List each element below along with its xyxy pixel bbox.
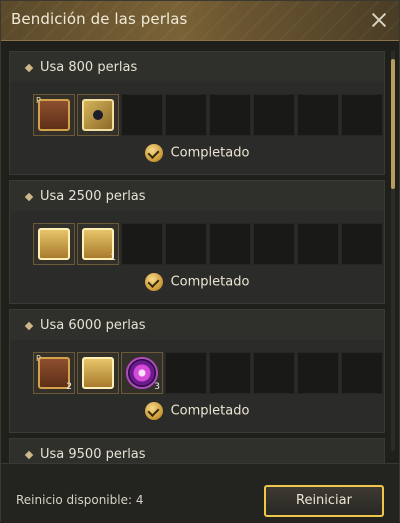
check-icon [144, 273, 163, 291]
completed-label: Completado [170, 274, 250, 290]
reset-button[interactable]: Reiniciar [264, 485, 384, 517]
empty-slot [253, 94, 295, 136]
window-title: Bendición de las perlas [11, 10, 188, 28]
scrollbar-thumb[interactable] [391, 59, 395, 189]
reward-slots: P [33, 94, 385, 136]
completed-status: Completado [10, 273, 384, 295]
empty-slot [341, 223, 383, 265]
reward-slot[interactable] [77, 94, 119, 136]
section-title: Usa 2500 perlas [40, 189, 146, 204]
item-count: 3 [154, 382, 160, 392]
close-icon[interactable] [369, 10, 389, 30]
bullet-diamond-icon [24, 321, 34, 331]
section-header: Usa 9500 perlas [10, 439, 384, 463]
bullet-diamond-icon [24, 63, 34, 73]
reward-section: Usa 2500 perlas 1 Completado [9, 180, 385, 304]
bullet-diamond-icon [24, 450, 34, 460]
reward-slot[interactable]: P2 [33, 352, 75, 394]
completed-status: Completado [10, 144, 384, 166]
section-header: Usa 6000 perlas [10, 310, 384, 340]
reward-slot[interactable]: 1 [77, 223, 119, 265]
title-bar: Bendición de las perlas [1, 1, 399, 41]
reward-slot[interactable] [77, 352, 119, 394]
empty-slot [297, 352, 339, 394]
empty-slot [121, 223, 163, 265]
section-header: Usa 800 perlas [10, 52, 384, 82]
item-count: 2 [66, 382, 72, 392]
completed-label: Completado [170, 145, 250, 161]
treasure-chest-icon [38, 99, 70, 131]
footer: Reinicio disponible: 4 Reiniciar [1, 463, 399, 523]
reset-available-text: Reinicio disponible: 4 [16, 493, 144, 507]
check-icon [144, 402, 163, 420]
reward-section: Usa 9500 perlas [9, 438, 385, 463]
treasure-chest-icon [38, 228, 70, 260]
empty-slot [209, 352, 251, 394]
item-badge: P [36, 96, 41, 105]
empty-slot [253, 352, 295, 394]
empty-slot [209, 94, 251, 136]
rewards-list[interactable]: Usa 800 perlas P Completado Usa 2500 perlas… [1, 41, 399, 463]
section-header: Usa 2500 perlas [10, 181, 384, 211]
completed-label: Completado [170, 403, 250, 419]
item-badge: P [36, 354, 41, 363]
empty-slot [253, 223, 295, 265]
empty-slot [341, 352, 383, 394]
empty-slot [209, 223, 251, 265]
empty-slot [297, 223, 339, 265]
treasure-chest-icon [82, 357, 114, 389]
reward-slot[interactable]: P [33, 94, 75, 136]
section-title: Usa 6000 perlas [40, 318, 146, 333]
gold-card-icon [82, 99, 114, 131]
swirl-orb-icon [126, 357, 158, 389]
empty-slot [341, 94, 383, 136]
treasure-chest-icon [38, 357, 70, 389]
reward-section: Usa 6000 perlas P 2 3 Completado [9, 309, 385, 433]
empty-slot [297, 94, 339, 136]
reward-section: Usa 800 perlas P Completado [9, 51, 385, 175]
reward-slot[interactable] [33, 223, 75, 265]
empty-slot [121, 94, 163, 136]
empty-slot [165, 94, 207, 136]
item-count: 1 [110, 253, 116, 263]
completed-status: Completado [10, 402, 384, 424]
check-icon [144, 144, 163, 162]
section-title: Usa 800 perlas [40, 60, 138, 75]
section-title: Usa 9500 perlas [40, 447, 146, 462]
gold-box-icon [82, 228, 114, 260]
pearl-blessing-window: Bendición de las perlas Usa 800 perlas P C… [0, 0, 400, 523]
bullet-diamond-icon [24, 192, 34, 202]
empty-slot [165, 223, 207, 265]
reward-slots: 1 [33, 223, 385, 265]
reward-slots: P23 [33, 352, 385, 394]
reward-slot[interactable]: 3 [121, 352, 163, 394]
empty-slot [165, 352, 207, 394]
